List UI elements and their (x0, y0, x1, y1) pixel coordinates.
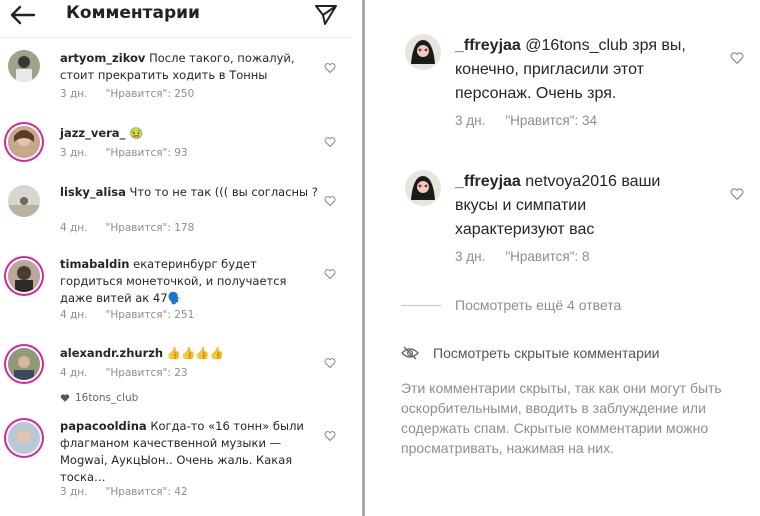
avatar[interactable] (8, 348, 40, 380)
heart-icon[interactable] (730, 51, 744, 65)
comments-header: Комментарии (0, 0, 352, 30)
back-arrow-icon[interactable] (8, 4, 36, 26)
header-divider (0, 37, 352, 38)
view-hidden-comments-label: Посмотреть скрытые комментарии (433, 345, 660, 361)
comment-likes[interactable]: "Нравится": 178 (105, 222, 194, 234)
comment-text: 🤢 (128, 126, 144, 140)
view-hidden-comments-button[interactable]: Посмотреть скрытые комментарии (401, 345, 660, 361)
reply-username[interactable]: _ffreyjaa (455, 173, 521, 190)
right-screenshot-panel: _ffreyjaa @16tons_club зря вы, конечно, … (375, 0, 760, 516)
comment-likes[interactable]: "Нравится": 251 (105, 309, 194, 321)
heart-icon[interactable] (324, 430, 336, 442)
heart-icon[interactable] (730, 187, 744, 201)
avatar[interactable] (8, 260, 40, 292)
view-more-replies-label: Посмотреть ещё 4 ответа (455, 297, 622, 313)
heart-icon[interactable] (324, 357, 336, 369)
page-title: Комментарии (66, 3, 200, 23)
avatar[interactable] (405, 170, 441, 206)
hidden-comments-note: Эти комментарии скрыты, так как они могу… (401, 380, 722, 456)
left-screenshot-panel: Комментарии artyom_zikov После такого, п… (0, 0, 352, 516)
eye-slash-icon (401, 346, 419, 360)
reply-time: 3 дн. (455, 113, 486, 128)
send-icon[interactable] (314, 3, 338, 27)
avatar[interactable] (8, 422, 40, 454)
comment-username[interactable]: lisky_alisa (60, 185, 126, 199)
comment-username[interactable]: alexandr.zhurzh (60, 346, 163, 360)
heart-icon[interactable] (324, 268, 336, 280)
comment-time: 3 дн. (60, 147, 88, 159)
liked-by-author: 16tons_club (60, 392, 138, 404)
heart-filled-icon (60, 394, 70, 402)
comment-username[interactable]: artyom_zikov (60, 51, 145, 65)
comment-time: 3 дн. (60, 486, 88, 498)
avatar[interactable] (8, 50, 40, 82)
reply-likes[interactable]: "Нравится": 34 (505, 113, 597, 128)
comment-likes[interactable]: "Нравится": 250 (105, 88, 194, 100)
heart-icon[interactable] (324, 62, 336, 74)
comment-username[interactable]: jazz_vera_ (60, 126, 125, 140)
comment-likes[interactable]: "Нравится": 93 (105, 147, 187, 159)
comment-text: 👍👍👍👍 (166, 346, 225, 360)
comment-likes[interactable]: "Нравится": 42 (105, 486, 187, 498)
comment-time: 4 дн. (60, 309, 88, 321)
comment-username[interactable]: timabaldin (60, 257, 129, 271)
avatar[interactable] (8, 126, 40, 158)
heart-icon[interactable] (324, 136, 336, 148)
comment-time: 4 дн. (60, 222, 88, 234)
reply-username[interactable]: _ffreyjaa (455, 37, 521, 54)
heart-icon[interactable] (324, 195, 336, 207)
reply-thread-line (401, 304, 441, 306)
reply-time: 3 дн. (455, 249, 486, 264)
comment-time: 4 дн. (60, 367, 88, 379)
comment-username[interactable]: papacooldina (60, 419, 147, 433)
comment-time: 3 дн. (60, 88, 88, 100)
comment-text: Что то не так ((( вы согласны ? (129, 185, 318, 199)
liked-by-username: 16tons_club (75, 392, 139, 404)
reply-likes[interactable]: "Нравится": 8 (505, 249, 589, 264)
comment-likes[interactable]: "Нравится": 23 (105, 367, 187, 379)
avatar[interactable] (405, 34, 441, 70)
view-more-replies-button[interactable]: Посмотреть ещё 4 ответа (401, 297, 621, 313)
panel-divider (352, 0, 375, 516)
avatar[interactable] (8, 185, 40, 217)
